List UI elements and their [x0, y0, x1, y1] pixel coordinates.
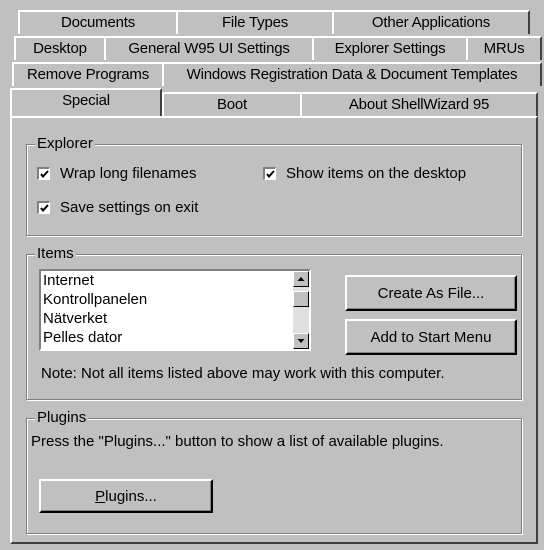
list-item[interactable]: Internet [41, 271, 309, 290]
arrow-down-icon [297, 339, 305, 343]
checkmark-icon [40, 204, 49, 213]
explorer-group-label: Explorer [35, 135, 95, 153]
plugins-description: Press the "Plugins..." button to show a … [31, 433, 444, 450]
items-note: Note: Not all items listed above may wor… [41, 365, 445, 382]
save-settings-on-exit-checkbox[interactable]: Save settings on exit [37, 199, 198, 216]
tab-boot[interactable]: Boot [162, 92, 302, 116]
list-item[interactable]: Nätverket [41, 309, 309, 328]
plugins-group: Plugins Press the "Plugins..." button to… [26, 409, 522, 534]
create-as-file-button[interactable]: Create As File... [345, 275, 517, 311]
save-settings-on-exit-label: Save settings on exit [60, 199, 199, 216]
wrap-long-filenames-checkbox[interactable]: Wrap long filenames [37, 165, 196, 182]
checkbox-box [37, 201, 50, 214]
plugins-button-label: lugins... [105, 487, 157, 505]
arrow-up-icon [297, 277, 305, 281]
tab-mrus[interactable]: MRUs [466, 36, 542, 60]
checkbox-box [37, 167, 50, 180]
tab-explorer-settings[interactable]: Explorer Settings [312, 36, 468, 60]
tab-file-types[interactable]: File Types [176, 10, 334, 34]
tab-remove-programs[interactable]: Remove Programs [12, 62, 164, 86]
plugins-group-label: Plugins [35, 409, 89, 427]
show-items-on-desktop-label: Show items on the desktop [286, 165, 467, 182]
vertical-scrollbar[interactable] [293, 271, 309, 349]
tab-general-w95-ui-settings[interactable]: General W95 UI Settings [104, 36, 314, 60]
items-group: Items Internet Kontrollpanelen Nätverket… [26, 245, 522, 400]
special-tab-panel: Explorer Wrap long filenames Show items … [10, 116, 538, 544]
scroll-down-button[interactable] [293, 333, 309, 349]
add-to-start-menu-button[interactable]: Add to Start Menu [345, 319, 517, 355]
wrap-long-filenames-label: Wrap long filenames [60, 165, 197, 182]
items-group-label: Items [35, 245, 76, 263]
scroll-up-button[interactable] [293, 271, 309, 287]
checkmark-icon [40, 170, 49, 179]
items-listbox[interactable]: Internet Kontrollpanelen Nätverket Pelle… [39, 269, 311, 351]
tab-about-shellwizard-95[interactable]: About ShellWizard 95 [300, 92, 538, 116]
tab-other-applications[interactable]: Other Applications [332, 10, 530, 34]
tab-desktop[interactable]: Desktop [14, 36, 106, 60]
scroll-thumb[interactable] [293, 291, 309, 307]
plugins-button[interactable]: Plugins... [39, 479, 213, 513]
show-items-on-desktop-checkbox[interactable]: Show items on the desktop [263, 165, 466, 182]
explorer-group: Explorer Wrap long filenames Show items … [26, 135, 522, 236]
tab-special[interactable]: Special [10, 88, 162, 116]
tab-documents[interactable]: Documents [18, 10, 178, 34]
tab-windows-registration-data[interactable]: Windows Registration Data & Document Tem… [162, 62, 542, 86]
list-item[interactable]: Pelles dator [41, 328, 309, 347]
checkmark-icon [266, 170, 275, 179]
list-item[interactable]: Kontrollpanelen [41, 290, 309, 309]
plugins-button-mnemonic: P [95, 487, 106, 505]
checkbox-box [263, 167, 276, 180]
